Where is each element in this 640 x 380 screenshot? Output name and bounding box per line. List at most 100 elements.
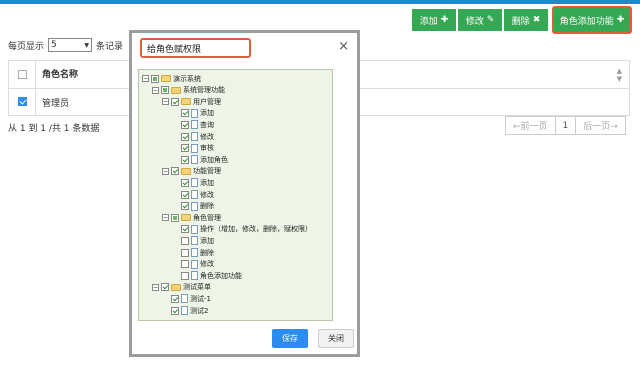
tree-node-label: 修改 — [200, 260, 214, 269]
top-accent-line — [0, 0, 640, 4]
tree-checkbox[interactable] — [171, 306, 179, 315]
tree-node[interactable]: − 测试菜单 — [152, 282, 211, 293]
file-icon — [181, 306, 188, 315]
collapse-toggle-icon[interactable]: − — [152, 283, 159, 291]
tree-node-label: 演示系统 — [173, 74, 201, 83]
plus-icon: ✚ — [616, 15, 625, 25]
tree-node-label: 用户管理 — [193, 97, 221, 106]
edit-icon: ✎ — [486, 15, 495, 25]
delete-button[interactable]: 删除 ✖ — [504, 9, 548, 31]
tree-node-label: 测试菜单 — [183, 283, 211, 292]
tree-node-label: 添加角色 — [200, 155, 228, 164]
add-button[interactable]: 添加 ✚ — [412, 9, 456, 31]
tree-node[interactable]: 角色添加功能 — [172, 270, 242, 281]
collapse-toggle-icon[interactable]: − — [152, 86, 159, 94]
tree-node[interactable]: − 功能管理 — [162, 166, 221, 177]
page-size-select[interactable]: 5 ▼ — [48, 38, 93, 52]
tree-checkbox[interactable] — [181, 236, 189, 245]
tree-checkbox[interactable] — [161, 86, 169, 95]
tree-checkbox[interactable] — [181, 260, 189, 269]
folder-icon — [171, 86, 181, 94]
tree-checkbox[interactable] — [181, 178, 189, 187]
file-icon — [191, 201, 198, 211]
tree-checkbox[interactable] — [181, 225, 189, 234]
permission-tree: − 演示系统 − 系统管理功能 − 用户管理 添加 查询 修改 审核 添加角色 − 功能管理 添加 修改 删除… — [138, 69, 333, 321]
file-icon — [191, 259, 198, 269]
tree-node-label: 操作（增加，修改，删除，赋权限） — [200, 225, 312, 234]
tree-node[interactable]: 删除 — [172, 247, 214, 258]
tree-checkbox[interactable] — [151, 74, 159, 83]
tree-node-label: 添加 — [200, 178, 214, 187]
tree-node[interactable]: 审核 — [172, 143, 214, 154]
tree-node[interactable]: 删除 — [172, 201, 214, 212]
folder-icon — [181, 214, 191, 222]
collapse-toggle-icon[interactable]: − — [142, 75, 149, 82]
tree-node[interactable]: 操作（增加，修改，删除，赋权限） — [172, 224, 312, 235]
tree-node-label: 功能管理 — [193, 167, 221, 176]
prev-page-button[interactable]: ←前一页 — [505, 116, 556, 135]
tree-node[interactable]: 查询 — [172, 119, 214, 130]
tree-checkbox[interactable] — [181, 109, 189, 118]
tree-node[interactable]: − 用户管理 — [162, 96, 221, 107]
tree-node-label: 添加 — [200, 109, 214, 118]
tree-node-label: 角色添加功能 — [200, 271, 242, 280]
tree-node-label: 删除 — [200, 202, 214, 211]
collapse-toggle-icon[interactable]: − — [162, 214, 169, 222]
sort-icon: ▲ ▼ — [616, 66, 622, 83]
tree-checkbox[interactable] — [161, 283, 169, 292]
select-all-checkbox[interactable] — [17, 69, 27, 79]
file-icon — [191, 143, 198, 153]
tree-checkbox[interactable] — [181, 144, 189, 153]
tree-node[interactable]: 修改 — [172, 131, 214, 142]
edit-label: 修改 — [465, 16, 484, 27]
add-label: 添加 — [419, 16, 438, 27]
file-icon — [191, 224, 198, 234]
chevron-down-icon: ▼ — [84, 41, 90, 49]
row-checkbox[interactable] — [17, 97, 27, 106]
tree-node[interactable]: 测试2 — [162, 305, 208, 316]
tree-node[interactable]: 修改 — [172, 259, 214, 270]
close-button[interactable]: 关闭 — [318, 329, 354, 348]
next-page-button[interactable]: 后一页→ — [575, 116, 626, 135]
dialog-title: 给角色赋权限 — [140, 38, 251, 58]
collapse-toggle-icon[interactable]: − — [162, 98, 169, 106]
edit-button[interactable]: 修改 ✎ — [458, 9, 502, 31]
tree-checkbox[interactable] — [181, 190, 189, 199]
tree-checkbox[interactable] — [181, 202, 189, 211]
tree-node[interactable]: 测试-1 — [162, 293, 211, 304]
tree-checkbox[interactable] — [181, 248, 189, 257]
save-button[interactable]: 保存 — [272, 329, 308, 348]
tree-checkbox[interactable] — [171, 167, 179, 176]
tree-node[interactable]: − 角色管理 — [162, 212, 221, 223]
tree-checkbox[interactable] — [181, 120, 189, 129]
tree-node-label: 添加 — [200, 236, 214, 245]
folder-icon — [181, 98, 191, 106]
folder-icon — [181, 167, 191, 175]
header-role-name-text: 角色名称 — [42, 69, 79, 80]
tree-checkbox[interactable] — [171, 213, 179, 222]
tree-node[interactable]: 添加 — [172, 235, 214, 246]
page-number-1[interactable]: 1 — [554, 116, 577, 135]
file-icon — [191, 120, 198, 130]
file-icon — [191, 271, 198, 281]
page-size-label: 每页显示 — [8, 41, 45, 52]
tree-node[interactable]: 添加 — [172, 177, 214, 188]
file-icon — [191, 248, 198, 257]
tree-node[interactable]: 添加角色 — [172, 154, 228, 165]
tree-checkbox[interactable] — [181, 271, 189, 280]
tree-checkbox[interactable] — [171, 97, 179, 106]
collapse-toggle-icon[interactable]: − — [162, 167, 169, 175]
pagination: ←前一页 1 后一页→ — [505, 116, 626, 135]
row-checkbox-cell — [8, 88, 36, 116]
tree-checkbox[interactable] — [171, 294, 179, 303]
tree-checkbox[interactable] — [181, 132, 189, 141]
tree-node-label: 修改 — [200, 190, 214, 199]
plus-icon: ✚ — [440, 15, 449, 25]
tree-node[interactable]: − 系统管理功能 — [152, 85, 225, 96]
tree-node[interactable]: 修改 — [172, 189, 214, 200]
tree-node[interactable]: 添加 — [172, 108, 214, 119]
tree-node[interactable]: − 演示系统 — [142, 73, 201, 84]
close-icon[interactable]: × — [338, 40, 349, 54]
tree-checkbox[interactable] — [181, 155, 189, 164]
role-add-function-button[interactable]: 角色添加功能 ✚ — [552, 6, 632, 34]
